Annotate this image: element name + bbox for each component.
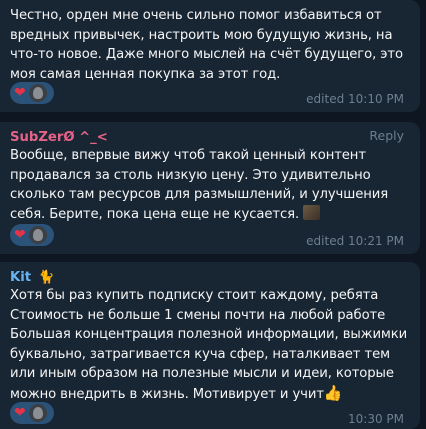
heart-icon: ❤ xyxy=(14,85,26,101)
message-footer: ❤ edited 10:21 PM xyxy=(10,222,410,250)
heart-reaction[interactable]: ❤ xyxy=(10,224,54,246)
heart-reaction[interactable]: ❤ xyxy=(10,82,54,104)
sticker-emoji-icon xyxy=(303,204,321,220)
avatar xyxy=(28,404,47,422)
author-row: Kit 🐈 xyxy=(10,266,410,286)
message-time: edited 10:10 PM xyxy=(306,92,404,106)
black-cat-icon: 🐈 xyxy=(38,270,55,285)
message-time: edited 10:21 PM xyxy=(306,234,404,248)
heart-icon: ❤ xyxy=(14,405,26,421)
author-row: SubZerØ ^_< Reply xyxy=(10,126,410,146)
message-bubble-1[interactable]: Честно, орден мне очень сильно помог изб… xyxy=(0,0,420,112)
message-text: Честно, орден мне очень сильно помог изб… xyxy=(10,8,403,82)
message-text-content: Хотя бы раз купить подписку стоит каждом… xyxy=(10,288,408,402)
message-footer: ❤ edited 10:10 PM xyxy=(10,80,410,108)
message-time: 10:30 PM xyxy=(348,412,404,426)
message-bubble-3[interactable]: Kit 🐈 Хотя бы раз купить подписку стоит … xyxy=(0,262,420,429)
message-text: Вообще, впервые вижу чтоб такой ценный к… xyxy=(10,146,410,224)
message-bubble-2[interactable]: SubZerØ ^_< Reply Вообще, впервые вижу ч… xyxy=(0,122,420,254)
avatar xyxy=(28,84,47,102)
message-footer: ❤ 10:30 PM xyxy=(10,400,410,428)
author-name[interactable]: SubZerØ ^_< xyxy=(10,130,108,145)
avatar xyxy=(28,226,47,244)
reply-button[interactable]: Reply xyxy=(369,128,404,143)
heart-reaction[interactable]: ❤ xyxy=(10,402,54,424)
heart-icon: ❤ xyxy=(14,227,26,243)
message-text: Хотя бы раз купить подписку стоит каждом… xyxy=(10,286,410,404)
author-name[interactable]: Kit xyxy=(10,270,31,285)
message-text-content: Вообще, впервые вижу чтоб такой ценный к… xyxy=(10,148,389,222)
